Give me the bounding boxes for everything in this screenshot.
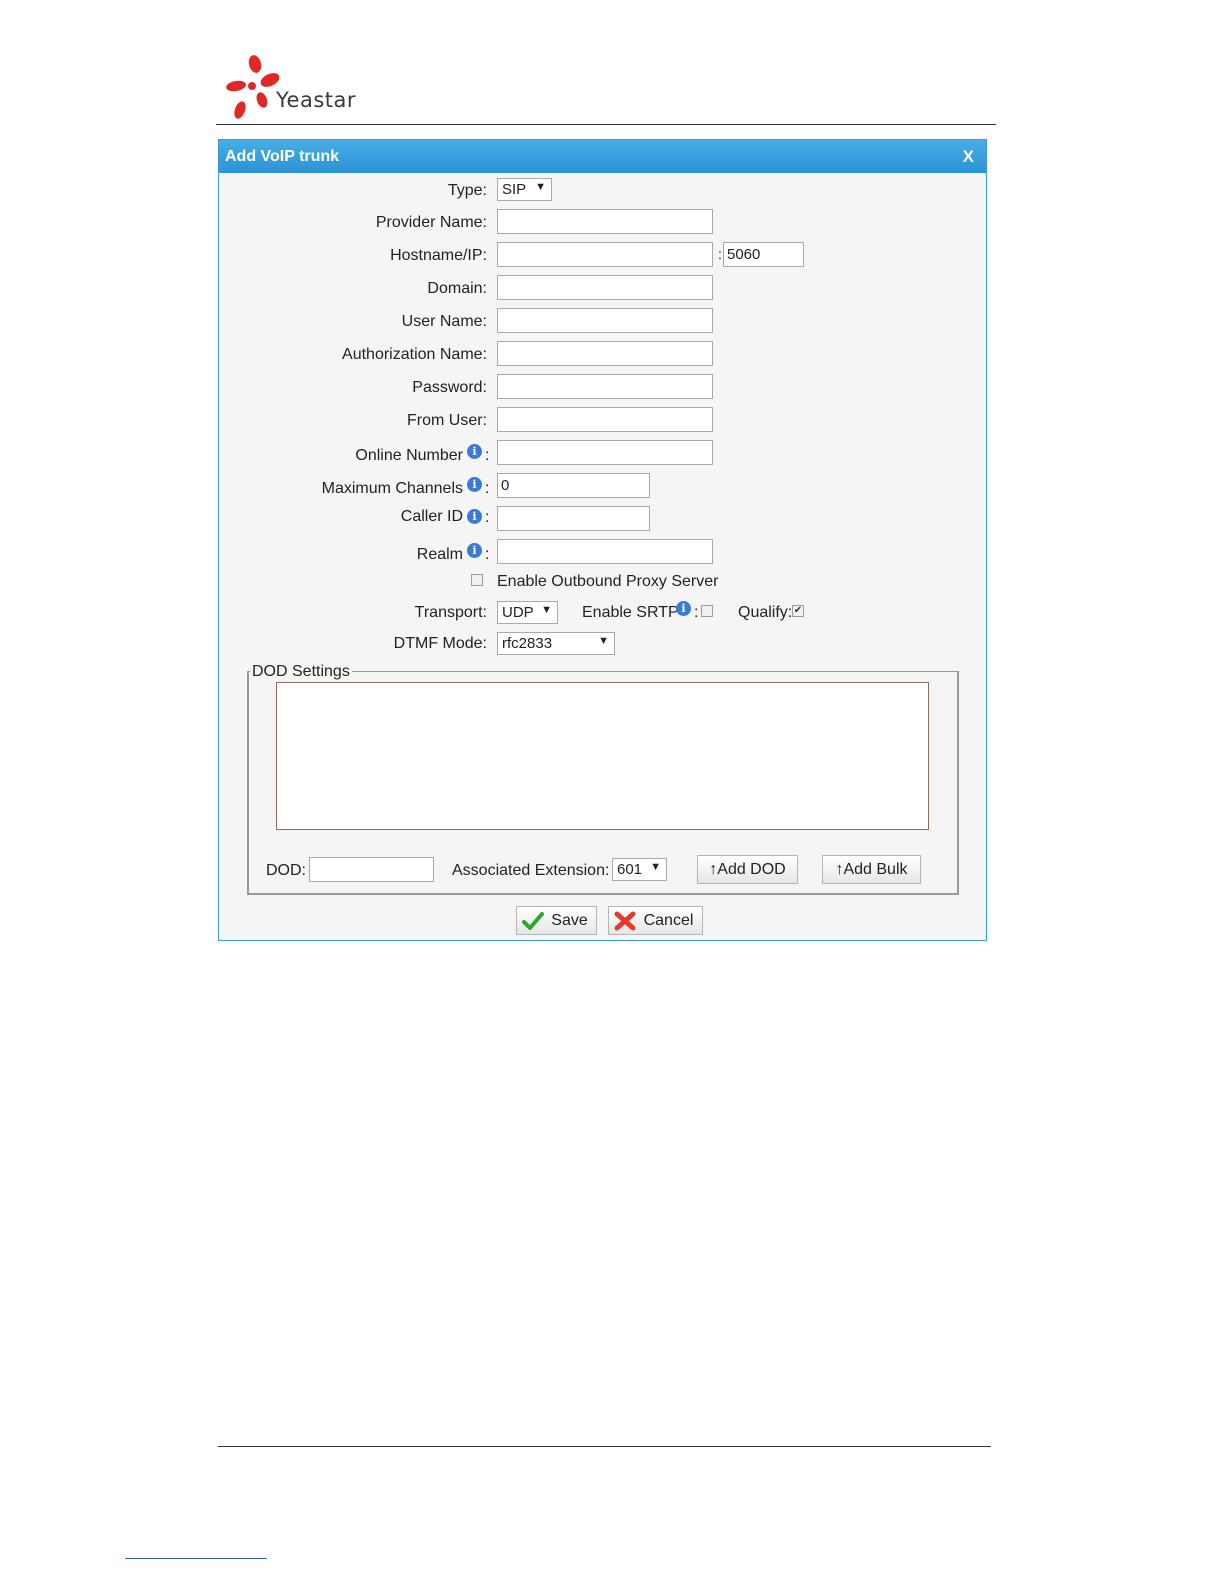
associated-extension-label: Associated Extension: — [452, 862, 610, 879]
online-number-input[interactable] — [497, 440, 713, 465]
type-select-value: SIP — [502, 181, 527, 198]
add-voip-trunk-dialog: Add VoIP trunk X Type: SIP ▼ Provider Na… — [218, 139, 987, 941]
footer-rule — [218, 1446, 991, 1447]
footer-link-underline[interactable] — [125, 1558, 267, 1559]
user-name-input[interactable] — [497, 308, 713, 333]
brand-name: Yeastar — [276, 88, 357, 112]
max-channels-label: Maximum Channels — [321, 480, 463, 497]
dod-settings-legend: DOD Settings — [250, 663, 352, 681]
add-dod-button[interactable]: ↑Add DOD — [697, 855, 798, 884]
max-channels-input[interactable] — [497, 473, 650, 498]
port-separator: : — [718, 246, 722, 262]
srtp-label: Enable SRTP — [582, 604, 679, 621]
password-input[interactable] — [497, 374, 713, 399]
cancel-button[interactable]: Cancel — [608, 906, 703, 935]
online-number-label: Online Number — [355, 447, 463, 464]
dtmf-mode-label: DTMF Mode: — [393, 635, 487, 652]
qualify-checkbox[interactable]: ✔ — [792, 605, 804, 617]
associated-extension-select[interactable]: 601 ▼ — [612, 858, 667, 881]
dod-label: DOD: — [266, 862, 306, 879]
header-rule — [216, 124, 996, 125]
password-label: Password: — [412, 379, 487, 396]
from-user-input[interactable] — [497, 407, 713, 432]
chevron-down-icon: ▼ — [650, 861, 661, 873]
caller-id-input[interactable] — [497, 506, 650, 531]
online-number-colon: : — [485, 447, 490, 464]
associated-extension-value: 601 — [617, 861, 643, 878]
realm-label: Realm — [416, 546, 463, 563]
realm-input[interactable] — [497, 539, 713, 564]
dialog-title: Add VoIP trunk — [225, 148, 340, 165]
red-x-icon — [614, 911, 636, 931]
dod-input[interactable] — [309, 857, 434, 882]
provider-name-input[interactable] — [497, 209, 713, 234]
port-input[interactable] — [723, 242, 804, 267]
auth-name-label: Authorization Name: — [342, 346, 487, 363]
info-icon[interactable]: i — [467, 509, 482, 524]
info-icon[interactable]: i — [676, 601, 691, 616]
outbound-proxy-label: Enable Outbound Proxy Server — [497, 573, 719, 590]
dtmf-mode-select-value: rfc2833 — [502, 635, 553, 652]
transport-select-value: UDP — [502, 604, 534, 621]
from-user-label: From User: — [407, 412, 487, 429]
info-icon[interactable]: i — [467, 444, 482, 459]
caller-id-label: Caller ID — [400, 508, 463, 525]
dod-list[interactable] — [276, 682, 929, 830]
outbound-proxy-checkbox[interactable] — [471, 574, 483, 586]
auth-name-input[interactable] — [497, 341, 713, 366]
transport-select[interactable]: UDP ▼ — [497, 601, 558, 624]
srtp-checkbox[interactable] — [701, 605, 713, 617]
chevron-down-icon: ▼ — [598, 635, 609, 647]
checkmark-icon — [522, 912, 544, 930]
chevron-down-icon: ▼ — [535, 181, 546, 193]
user-name-label: User Name: — [401, 313, 487, 330]
domain-input[interactable] — [497, 275, 713, 300]
qualify-label: Qualify: — [738, 604, 793, 621]
type-select[interactable]: SIP ▼ — [497, 178, 552, 201]
add-bulk-button[interactable]: ↑Add Bulk — [822, 855, 921, 884]
provider-name-label: Provider Name: — [375, 214, 487, 231]
info-icon[interactable]: i — [467, 543, 482, 558]
close-icon[interactable]: X — [963, 147, 974, 167]
chevron-down-icon: ▼ — [541, 604, 552, 616]
transport-label: Transport: — [414, 604, 487, 621]
hostname-input[interactable] — [497, 242, 713, 267]
type-label: Type: — [447, 182, 487, 199]
realm-colon: : — [485, 546, 490, 563]
save-button[interactable]: Save — [516, 906, 597, 935]
caller-id-colon: : — [485, 509, 490, 526]
info-icon[interactable]: i — [467, 477, 482, 492]
domain-label: Domain: — [427, 280, 487, 297]
cancel-button-label: Cancel — [643, 912, 694, 929]
srtp-colon: : — [694, 604, 699, 621]
max-channels-colon: : — [485, 480, 490, 497]
save-button-label: Save — [551, 912, 588, 929]
hostname-label: Hostname/IP: — [390, 247, 487, 264]
dtmf-mode-select[interactable]: rfc2833 ▼ — [497, 632, 615, 655]
dialog-titlebar: Add VoIP trunk X — [219, 140, 986, 173]
